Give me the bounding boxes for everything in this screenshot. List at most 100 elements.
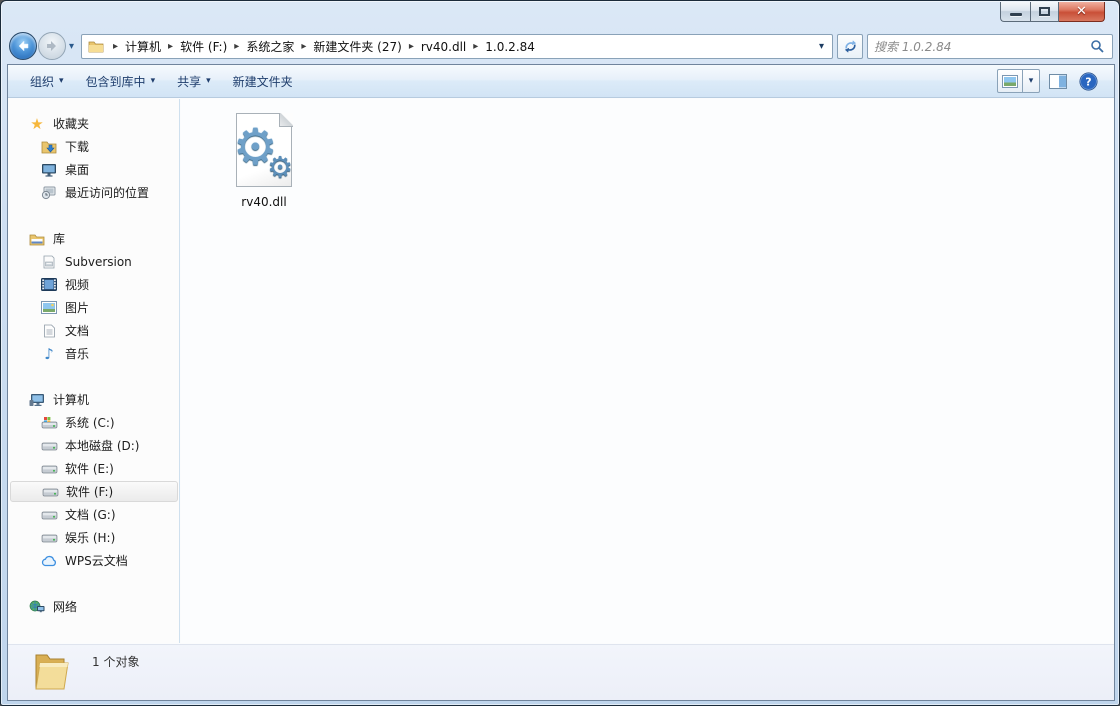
pictures-label: 图片 xyxy=(65,301,90,315)
music-note-icon: ♪ xyxy=(44,344,54,363)
include-caret-icon: ▾ xyxy=(150,76,156,86)
search-icon[interactable] xyxy=(1090,39,1105,54)
documents-label: 文档 xyxy=(65,324,90,338)
page-fold-icon xyxy=(279,113,293,127)
downloads-icon xyxy=(40,139,58,155)
include-in-library-menu[interactable]: 包含到库中 ▾ xyxy=(86,73,156,90)
videos-label: 视频 xyxy=(65,278,90,292)
back-arrow-icon xyxy=(18,40,29,52)
organize-menu[interactable]: 组织 ▾ xyxy=(30,73,64,90)
help-icon: ? xyxy=(1079,72,1097,90)
sidebar-section-network[interactable]: 网络 xyxy=(28,596,196,617)
desktop-label: 桌面 xyxy=(65,163,90,177)
breadcrumb-chevron-icon[interactable]: ▸ xyxy=(402,41,421,52)
client-area: 组织 ▾ 包含到库中 ▾ 共享 ▾ 新建文件夹 ▾ ? ★ 收藏夹 下载 桌面 … xyxy=(7,64,1115,701)
drive-h-label: 娱乐 (H:) xyxy=(65,531,116,545)
drive-g-label: 文档 (G:) xyxy=(65,508,116,522)
cloud-icon xyxy=(40,553,58,569)
drive-f-label: 软件 (F:) xyxy=(66,485,114,499)
breadcrumb-chevron-icon[interactable]: ▸ xyxy=(466,41,485,52)
views-caret-icon: ▾ xyxy=(1028,76,1034,86)
network-label: 网络 xyxy=(53,600,78,614)
subversion-library-icon xyxy=(40,254,58,270)
subversion-label: Subversion xyxy=(65,254,132,269)
history-dropdown-icon[interactable]: ▾ xyxy=(69,41,74,52)
command-bar: 组织 ▾ 包含到库中 ▾ 共享 ▾ 新建文件夹 ▾ ? xyxy=(8,65,1114,98)
window-controls: ✕ xyxy=(1000,2,1105,22)
navigation-pane: ★ 收藏夹 下载 桌面 最近访问的位置 库 Subversion 视频 图片 文… xyxy=(8,99,180,643)
views-thumbnail-icon xyxy=(1002,74,1018,88)
breadcrumb-chevron-icon[interactable]: ▸ xyxy=(161,41,180,52)
refresh-button[interactable] xyxy=(837,34,863,59)
address-bar[interactable]: ▸ 计算机 ▸ 软件 (F:) ▸ 系统之家 ▸ 新建文件夹 (27) ▸ rv… xyxy=(81,34,833,59)
new-folder-label: 新建文件夹 xyxy=(232,74,293,89)
drive-icon xyxy=(40,530,58,546)
breadcrumb-drive-f[interactable]: 软件 (F:) xyxy=(180,38,227,55)
status-folder-icon xyxy=(35,654,69,690)
libraries-label: 库 xyxy=(53,232,66,246)
forward-button[interactable] xyxy=(38,32,66,60)
minimize-icon xyxy=(1009,13,1022,16)
share-caret-icon: ▾ xyxy=(206,76,211,86)
new-folder-button[interactable]: 新建文件夹 xyxy=(233,73,293,90)
svg-text:?: ? xyxy=(1085,75,1091,88)
sidebar-item-drive-f-selected[interactable]: 软件 (F:) xyxy=(10,481,178,502)
drive-d-label: 本地磁盘 (D:) xyxy=(65,439,140,453)
help-button[interactable]: ? xyxy=(1076,69,1100,93)
breadcrumb-chevron-icon[interactable]: ▸ xyxy=(227,41,246,52)
details-pane: 1 个对象 xyxy=(8,644,1114,700)
sidebar-section-libraries[interactable]: 库 xyxy=(28,228,196,249)
search-box xyxy=(867,34,1113,59)
gear-icon: ⚙ xyxy=(267,150,293,184)
drive-icon xyxy=(41,484,59,500)
system-drive-icon xyxy=(40,415,58,431)
preview-pane-icon xyxy=(1049,73,1067,89)
documents-icon xyxy=(40,323,58,339)
address-dropdown-icon[interactable]: ▾ xyxy=(811,41,832,52)
breadcrumb-folder-1[interactable]: 系统之家 xyxy=(246,38,294,55)
drive-c-label: 系统 (C:) xyxy=(65,416,115,430)
organize-label: 组织 xyxy=(30,74,55,89)
file-list-pane[interactable]: ⚙ ⚙ rv40.dll xyxy=(181,99,1114,643)
recent-places-icon xyxy=(40,185,58,201)
maximize-icon xyxy=(1039,7,1050,16)
address-folder-icon xyxy=(88,40,104,53)
breadcrumb-chevron-icon[interactable]: ▸ xyxy=(106,41,125,52)
breadcrumb-computer[interactable]: 计算机 xyxy=(125,38,161,55)
organize-caret-icon: ▾ xyxy=(59,76,64,86)
videos-icon xyxy=(40,277,58,293)
minimize-button[interactable] xyxy=(1000,2,1030,22)
change-view-button[interactable] xyxy=(997,69,1023,93)
computer-label: 计算机 xyxy=(53,393,90,407)
share-label: 共享 xyxy=(177,74,202,89)
libraries-icon xyxy=(28,231,46,247)
item-count-text: 1 个对象 xyxy=(92,655,140,669)
views-dropdown-button[interactable]: ▾ xyxy=(1023,69,1040,93)
refresh-icon xyxy=(844,40,856,53)
preview-pane-button[interactable] xyxy=(1046,69,1070,93)
breadcrumb-current[interactable]: 1.0.2.84 xyxy=(485,40,535,54)
drive-icon xyxy=(40,438,58,454)
navigation-bar: ▾ ▸ 计算机 ▸ 软件 (F:) ▸ 系统之家 ▸ 新建文件夹 (27) ▸ … xyxy=(1,31,1119,63)
views-button-group: ▾ xyxy=(997,69,1040,93)
wps-cloud-label: WPS云文档 xyxy=(65,554,128,568)
close-button[interactable]: ✕ xyxy=(1059,2,1105,22)
back-button[interactable] xyxy=(9,32,37,60)
breadcrumb-chevron-icon[interactable]: ▸ xyxy=(294,41,313,52)
favorites-label: 收藏夹 xyxy=(53,117,90,131)
breadcrumb-folder-2[interactable]: 新建文件夹 (27) xyxy=(313,38,401,55)
close-icon: ✕ xyxy=(1076,4,1087,19)
drive-icon xyxy=(40,461,58,477)
downloads-label: 下载 xyxy=(65,140,90,154)
desktop-icon xyxy=(40,162,58,178)
favorites-star-icon: ★ xyxy=(30,114,44,133)
file-item-rv40-dll[interactable]: ⚙ ⚙ rv40.dll xyxy=(209,109,319,209)
breadcrumb-folder-3[interactable]: rv40.dll xyxy=(421,40,466,54)
search-input[interactable] xyxy=(868,35,1090,58)
maximize-button[interactable] xyxy=(1030,2,1059,22)
share-menu[interactable]: 共享 ▾ xyxy=(177,73,211,90)
sidebar-section-favorites[interactable]: ★ 收藏夹 xyxy=(28,113,196,134)
sidebar-section-computer[interactable]: 计算机 xyxy=(28,389,196,410)
pictures-icon xyxy=(40,300,58,316)
forward-arrow-icon xyxy=(47,41,56,51)
